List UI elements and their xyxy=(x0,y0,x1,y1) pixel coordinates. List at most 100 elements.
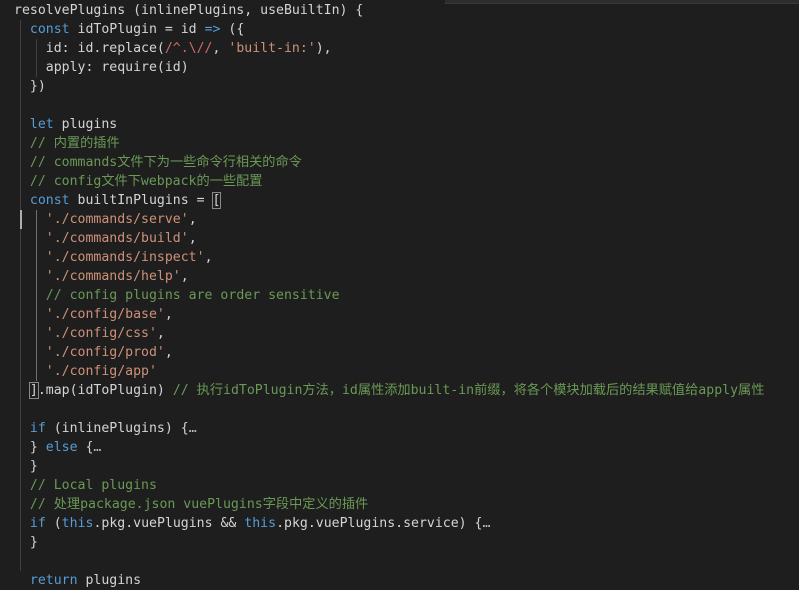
token-string: 'built-in:' xyxy=(228,41,316,56)
token-plain: }) xyxy=(14,79,46,94)
token-string: './config/base' xyxy=(45,307,165,322)
indent-guide xyxy=(20,438,21,457)
token-bracket: ] xyxy=(28,382,39,399)
token-comment: // config文件下webpack的一些配置 xyxy=(29,174,263,189)
indent-guide xyxy=(36,248,37,267)
code-line[interactable]: } else {… xyxy=(14,438,101,457)
code-line[interactable]: apply: require(id) xyxy=(14,58,189,77)
code-line[interactable]: // config文件下webpack的一些配置 xyxy=(14,172,262,191)
indent-guide xyxy=(20,286,21,305)
code-line[interactable]: // Local plugins xyxy=(14,476,157,495)
text-cursor xyxy=(20,210,22,229)
indent-guide xyxy=(20,343,21,362)
token-plain: idToPlugin = id xyxy=(69,22,205,37)
indent-guide xyxy=(36,267,37,286)
fold-ellipsis[interactable]: … xyxy=(93,440,101,455)
indent-guide xyxy=(20,115,21,134)
indent-guide xyxy=(20,229,21,248)
indent-guide xyxy=(20,514,21,533)
token-keyword: else xyxy=(45,440,78,455)
indent-guide xyxy=(20,191,21,210)
fold-ellipsis[interactable]: … xyxy=(483,516,491,531)
code-line[interactable]: if (this.pkg.vuePlugins && this.pkg.vueP… xyxy=(14,514,490,533)
token-string: './config/css' xyxy=(45,326,157,341)
indent-guide xyxy=(20,267,21,286)
token-plain: .pkg.vuePlugins.service) { xyxy=(276,516,483,531)
code-line[interactable]: } xyxy=(14,533,38,552)
token-plain: resolvePlugins (inlinePlugins, useBuiltI… xyxy=(14,3,364,18)
code-line[interactable]: let plugins xyxy=(14,115,117,134)
token-keyword: if xyxy=(29,421,46,436)
code-line[interactable]: // 内置的插件 xyxy=(14,134,120,153)
indent-guide xyxy=(20,248,21,267)
indent-guide xyxy=(20,495,21,514)
indent-guide xyxy=(36,58,37,77)
code-line[interactable]: ].map(idToPlugin) // 执行idToPlugin方法，id属性… xyxy=(14,381,764,400)
token-comment: // Local plugins xyxy=(29,478,157,493)
indent-guide xyxy=(20,419,21,438)
code-line[interactable]: }) xyxy=(14,77,46,96)
code-line[interactable]: return plugins xyxy=(14,571,141,590)
token-string: './commands/help' xyxy=(45,269,181,284)
code-line[interactable]: './config/app' xyxy=(14,362,157,381)
token-bracket: [ xyxy=(211,192,222,209)
code-line[interactable]: // commands文件下为一些命令行相关的命令 xyxy=(14,153,302,172)
indent-guide xyxy=(20,533,21,552)
token-plain: , xyxy=(204,250,213,265)
token-plain: , xyxy=(164,307,173,322)
code-line[interactable]: './commands/inspect', xyxy=(14,248,213,267)
code-editor[interactable]: resolvePlugins (inlinePlugins, useBuiltI… xyxy=(0,0,799,590)
code-line[interactable]: resolvePlugins (inlinePlugins, useBuiltI… xyxy=(14,1,363,20)
code-line[interactable]: './config/css', xyxy=(14,324,165,343)
token-comment: // 执行idToPlugin方法，id属性添加built-in前缀，将各个模块… xyxy=(172,383,765,398)
code-line[interactable]: // config plugins are order sensitive xyxy=(14,286,340,305)
indent-guide xyxy=(36,362,37,381)
code-line[interactable]: './config/prod', xyxy=(14,343,173,362)
token-plain: } xyxy=(14,535,38,550)
indent-guide xyxy=(20,58,21,77)
token-plain: , xyxy=(156,326,165,341)
code-line[interactable]: './commands/help', xyxy=(14,267,189,286)
token-comment: // config plugins are order sensitive xyxy=(45,288,340,303)
token-keyword: return xyxy=(29,573,78,588)
code-line[interactable]: './config/base', xyxy=(14,305,173,324)
code-line[interactable]: // 处理package.json vuePlugins字段中定义的插件 xyxy=(14,495,368,514)
indent-guide xyxy=(20,172,21,191)
token-regex: /^.\// xyxy=(164,41,213,56)
token-keyword: => xyxy=(204,22,221,37)
code-line[interactable]: if (inlinePlugins) {… xyxy=(14,419,197,438)
token-plain: } xyxy=(14,440,46,455)
token-plain: (inlinePlugins) { xyxy=(45,421,189,436)
code-line[interactable]: const builtInPlugins = [ xyxy=(14,191,222,210)
indent-guide xyxy=(36,286,37,305)
token-plain: , xyxy=(188,231,197,246)
indent-guide xyxy=(36,343,37,362)
token-string: './config/app' xyxy=(45,364,157,379)
token-plain: builtInPlugins = xyxy=(69,193,213,208)
code-line[interactable]: id: id.replace(/^.\//, 'built-in:'), xyxy=(14,39,332,58)
code-line[interactable]: } xyxy=(14,457,38,476)
code-line[interactable]: './commands/build', xyxy=(14,229,197,248)
indent-guide xyxy=(20,552,21,571)
code-line[interactable]: const idToPlugin = id => ({ xyxy=(14,20,244,39)
token-plain: ), xyxy=(315,41,332,56)
indent-guide xyxy=(20,20,21,39)
token-string: './commands/serve' xyxy=(45,212,189,227)
token-string: './commands/inspect' xyxy=(45,250,205,265)
code-line[interactable]: './commands/serve', xyxy=(14,210,197,229)
fold-ellipsis[interactable]: … xyxy=(189,421,197,436)
indent-guide xyxy=(20,457,21,476)
indent-guide xyxy=(20,381,21,400)
